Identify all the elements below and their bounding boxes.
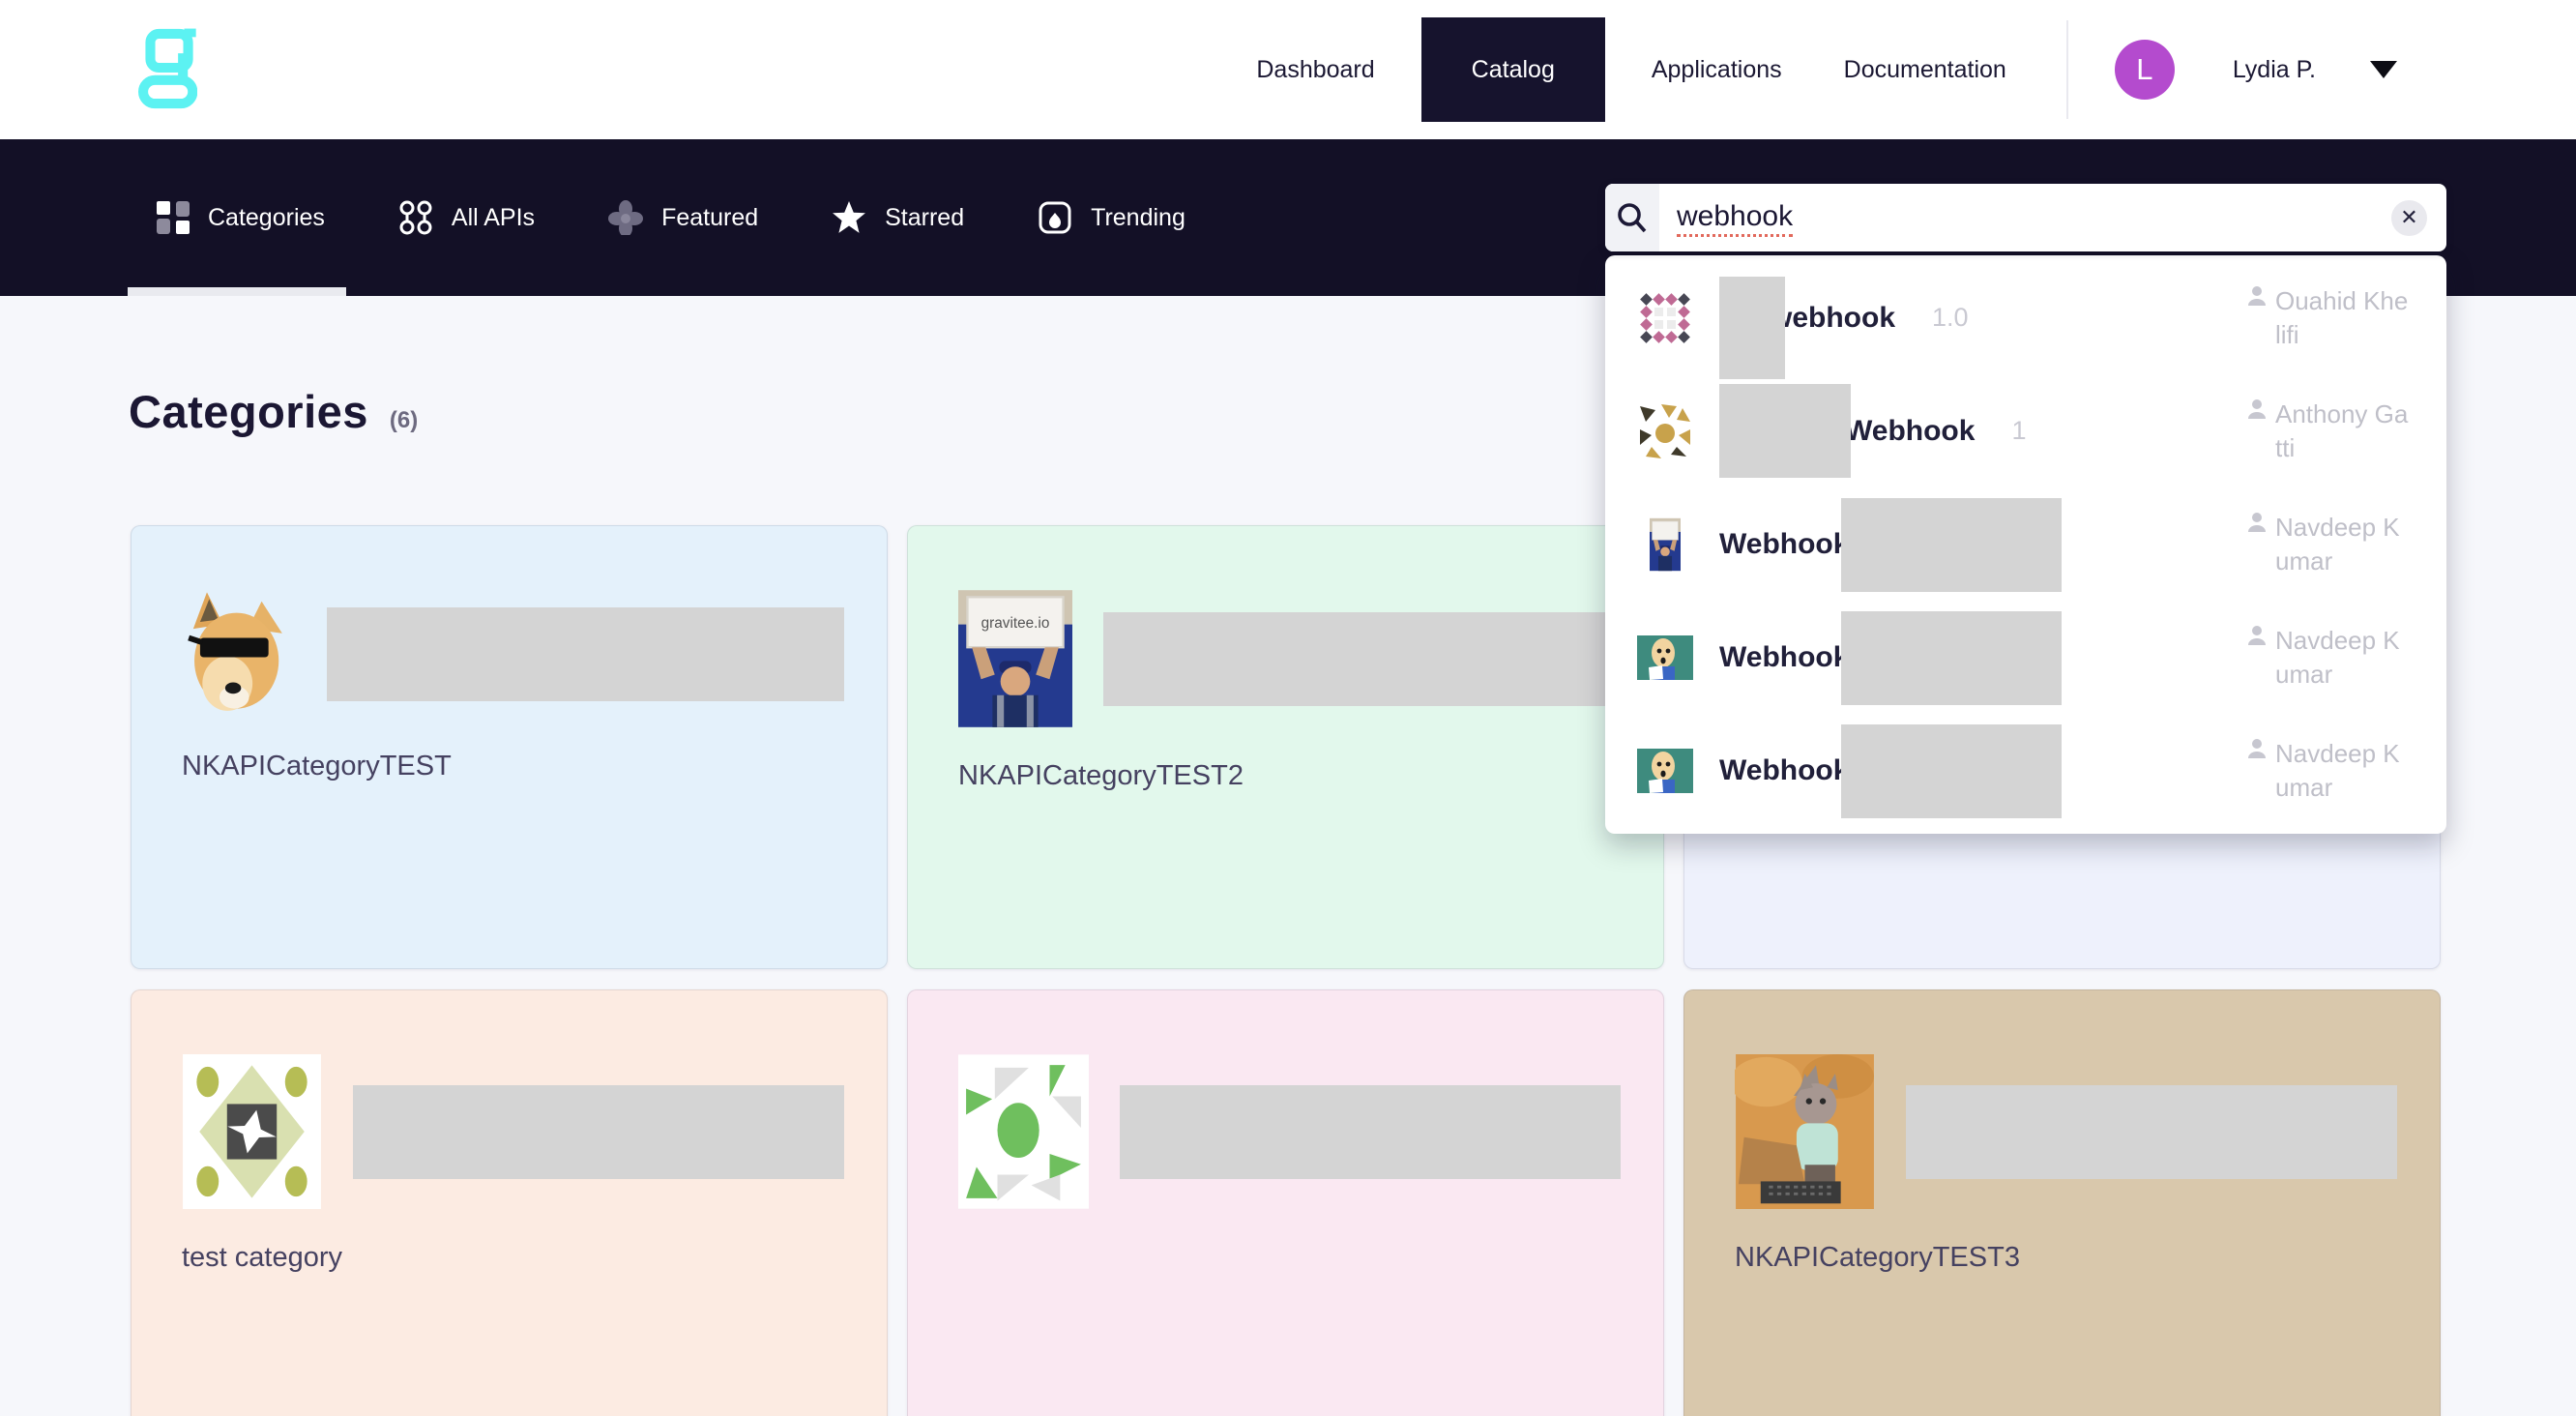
loading-placeholder: [1841, 611, 2062, 705]
category-count-badge: (6): [390, 407, 418, 434]
trending-icon: [1038, 200, 1072, 235]
user-menu-chevron-down-icon[interactable]: [2370, 61, 2397, 78]
subnav-item-all-apis[interactable]: All APIs: [369, 139, 564, 296]
owner-name: Navdeep Kumar: [2275, 737, 2413, 805]
subnav-label: Starred: [885, 204, 964, 232]
diamond-pattern-icon: [1639, 292, 1691, 344]
api-owner: Ouahid Khelifi: [2245, 284, 2417, 352]
loading-placeholder: [1841, 724, 2062, 818]
person-icon: [2245, 398, 2269, 421]
loading-placeholder: [1103, 612, 1621, 706]
nav-catalog[interactable]: Catalog: [1421, 17, 1605, 122]
diamond-spark-image: [182, 1054, 322, 1209]
category-title: NKAPICategoryTEST2: [958, 760, 1621, 792]
loading-placeholder: [1906, 1085, 2397, 1179]
gravitee-portal-page: Dashboard Catalog Applications Documenta…: [0, 0, 2576, 1416]
person-icon: [2245, 737, 2269, 760]
gravitee-logo-icon[interactable]: [137, 19, 197, 116]
person-icon: [2245, 511, 2269, 534]
api-name: Webhook: [1719, 641, 1849, 674]
loading-placeholder: [327, 607, 844, 701]
main-nav: Dashboard Catalog Applications Documenta…: [1225, 0, 2397, 139]
api-name: Webhook: [1719, 528, 1849, 561]
api-owner: Navdeep Kumar: [2245, 737, 2417, 805]
nav-applications[interactable]: Applications: [1630, 56, 1803, 84]
svg-text:gravitee.io: gravitee.io: [981, 615, 1050, 632]
owner-name: Anthony Gatti: [2275, 398, 2413, 465]
subnav-label: Categories: [208, 204, 325, 232]
top-header: Dashboard Catalog Applications Documenta…: [0, 0, 2576, 139]
loading-placeholder: [1719, 384, 1851, 478]
loading-placeholder: [1120, 1085, 1621, 1179]
api-name: Webhook: [1719, 754, 1849, 787]
search-result-row[interactable]: Webhook Navdeep Kumar: [1605, 602, 2446, 715]
person-icon: [2245, 284, 2269, 308]
search-result-row[interactable]: Webhook 1 Navdeep Kumar: [1605, 715, 2446, 828]
category-card[interactable]: gravitee.io NKAPICategoryTEST2: [907, 525, 1664, 969]
api-owner: Navdeep Kumar: [2245, 511, 2417, 578]
user-avatar[interactable]: L: [2115, 40, 2175, 100]
api-name: Webhook: [1845, 415, 1975, 448]
api-name: webhook: [1770, 302, 1895, 335]
nav-documentation[interactable]: Documentation: [1823, 56, 2028, 84]
owner-name: Ouahid Khelifi: [2275, 284, 2413, 352]
subnav-label: Trending: [1091, 204, 1186, 232]
nav-dashboard[interactable]: Dashboard: [1235, 56, 1395, 84]
category-card[interactable]: NKAPICategoryTEST3: [1683, 989, 2441, 1416]
close-icon: ✕: [2400, 205, 2417, 230]
green-pinwheel-image: [958, 1054, 1089, 1209]
category-card[interactable]: [907, 989, 1664, 1416]
cartoon-avatar-icon: [1637, 749, 1693, 793]
search-result-row[interactable]: webhook 1.0 Ouahid Khelifi: [1605, 261, 2446, 374]
subnav-label: Featured: [661, 204, 758, 232]
api-version: 1.0: [1932, 303, 1969, 333]
category-title: NKAPICategoryTEST: [182, 751, 844, 782]
owner-name: Navdeep Kumar: [2275, 624, 2413, 692]
active-tab-underline: [128, 287, 346, 296]
clear-search-button[interactable]: ✕: [2391, 200, 2427, 236]
gravitee-photo-icon: [1650, 515, 1681, 575]
search-result-row[interactable]: Webhook 1 Anthony Gatti: [1605, 374, 2446, 487]
page-title-row: Categories (6): [129, 385, 418, 438]
subnav-item-trending[interactable]: Trending: [1009, 139, 1215, 296]
api-version: 1: [2011, 416, 2026, 446]
doge-image: [182, 590, 296, 718]
category-title: test category: [182, 1242, 844, 1274]
user-name[interactable]: Lydia P.: [2233, 56, 2316, 84]
search-input[interactable]: webhook: [1677, 198, 1793, 238]
subnav-item-categories[interactable]: Categories: [128, 139, 354, 296]
loading-placeholder: [1719, 277, 1785, 379]
subnav-item-featured[interactable]: Featured: [579, 139, 787, 296]
loading-placeholder: [1841, 498, 2062, 592]
person-icon: [2245, 624, 2269, 647]
cartoon-avatar-icon: [1637, 635, 1693, 680]
gravitee-photo-image: gravitee.io: [958, 590, 1072, 727]
category-card[interactable]: test category: [131, 989, 888, 1416]
category-card[interactable]: NKAPICategoryTEST: [131, 525, 888, 969]
subnav-item-starred[interactable]: Starred: [803, 139, 993, 296]
search-result-row[interactable]: Webhook Navdeep Kumar: [1605, 487, 2446, 601]
starred-icon: [832, 200, 866, 235]
gold-burst-icon: [1638, 404, 1692, 458]
header-divider: [2066, 20, 2068, 119]
owner-name: Navdeep Kumar: [2275, 511, 2413, 578]
featured-icon: [608, 200, 643, 235]
cat-laptop-image: [1735, 1054, 1875, 1209]
search-icon: [1616, 201, 1649, 234]
all-apis-icon: [398, 200, 433, 235]
search-icon-box: [1605, 184, 1659, 251]
api-search-box[interactable]: webhook ✕: [1605, 184, 2446, 251]
categories-icon: [157, 201, 190, 234]
subnav-label: All APIs: [452, 204, 535, 232]
api-owner: Anthony Gatti: [2245, 398, 2417, 465]
page-title: Categories: [129, 385, 368, 438]
api-owner: Navdeep Kumar: [2245, 624, 2417, 692]
loading-placeholder: [353, 1085, 844, 1179]
search-results-dropdown: webhook 1.0 Ouahid Khelifi: [1605, 255, 2446, 834]
category-title: NKAPICategoryTEST3: [1735, 1242, 2397, 1274]
